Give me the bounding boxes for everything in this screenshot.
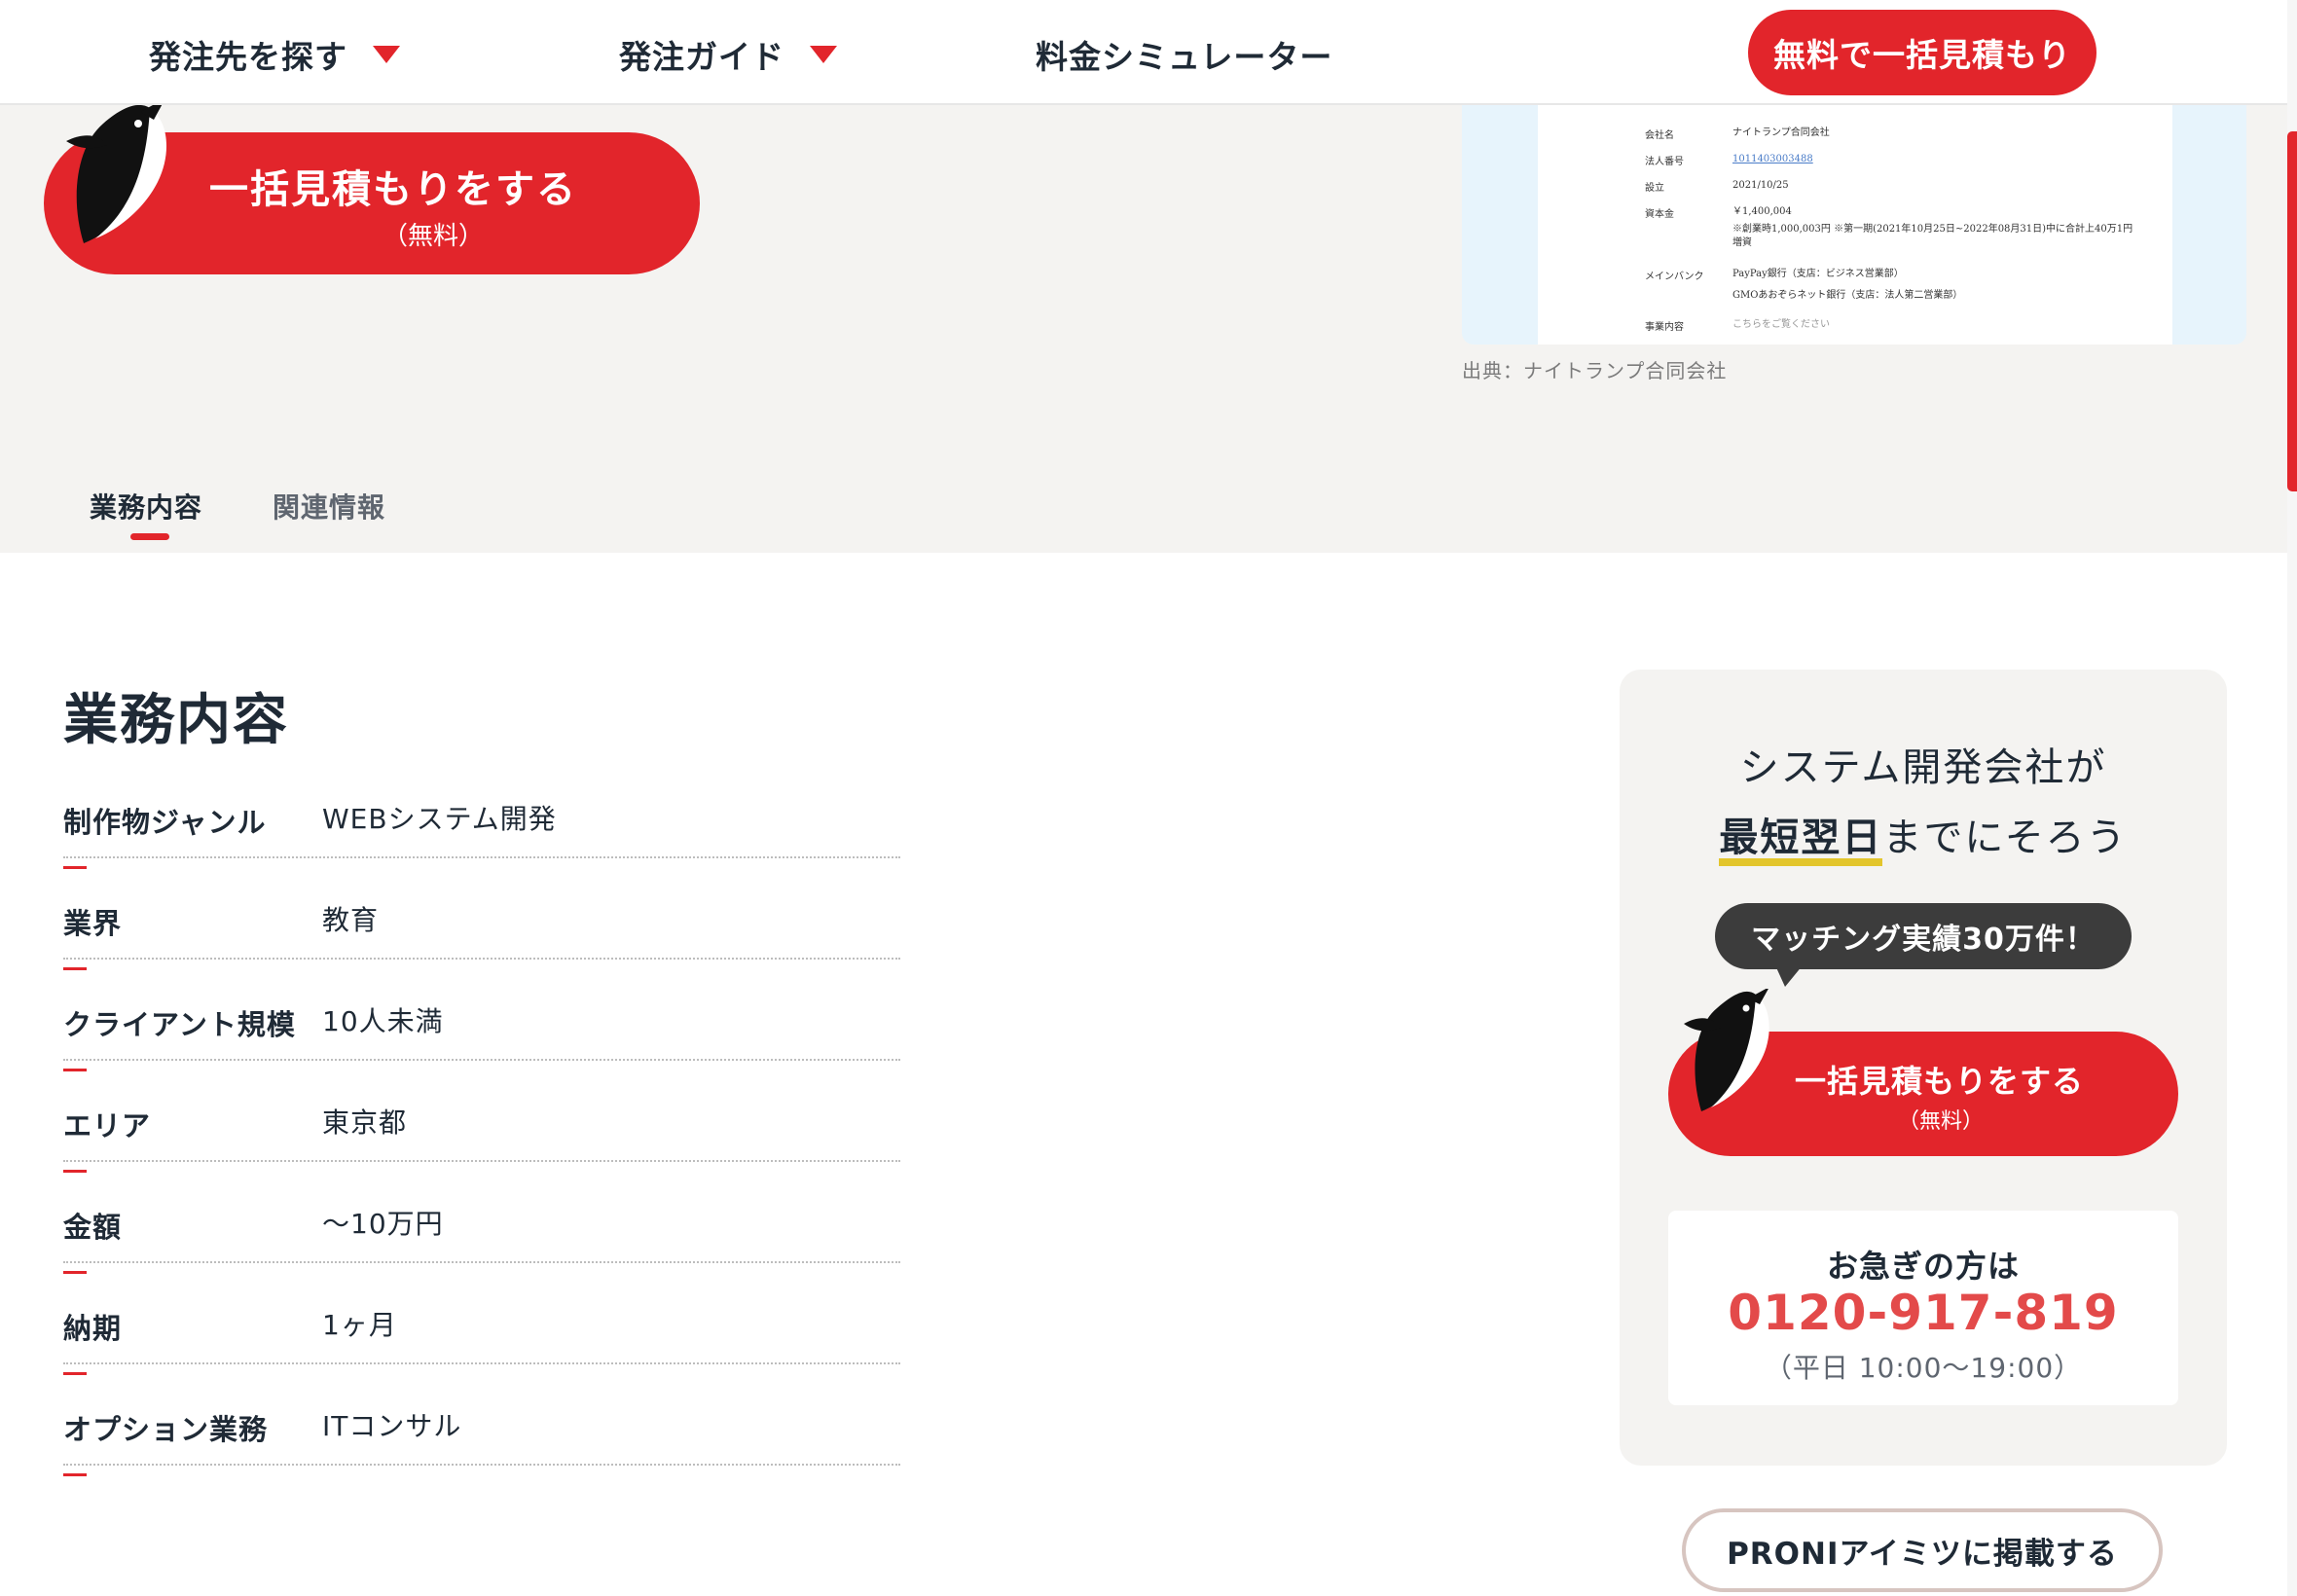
spec-value: 1ヶ月 <box>322 1309 397 1341</box>
bubble-tail <box>1775 965 1803 987</box>
image-source-caption: 出典：ナイトランプ合同会社 <box>1462 359 1728 382</box>
row-divider <box>63 1464 900 1466</box>
sidebar-highlight: 最短翌日 <box>1719 816 1883 860</box>
row-divider <box>63 856 900 858</box>
spec-row: 業界 教育 <box>63 888 900 989</box>
list-on-proni-button[interactable]: PRONIアイミツに掲載する <box>1682 1508 2163 1592</box>
doc-key: メインバンク <box>1645 272 1704 282</box>
sidebar-cta-sub-label: （無料） <box>1897 1109 1984 1134</box>
section-title: 業務内容 <box>63 689 289 752</box>
doc-key: 会社名 <box>1645 130 1674 141</box>
doc-value: GMOあおぞらネット銀行（支店：法人第二営業部） <box>1732 290 1963 301</box>
hero-cta-main-label: 一括見積もりをする <box>209 167 577 212</box>
scrollbar-thumb[interactable] <box>2287 131 2297 491</box>
tab-active-indicator <box>130 533 169 540</box>
spec-row: 納期 1ヶ月 <box>63 1292 900 1394</box>
sidebar-headline-2: 最短翌日までにそろう <box>1620 806 2227 862</box>
row-accent <box>63 967 87 970</box>
spec-value: 教育 <box>322 904 380 936</box>
row-divider <box>63 1261 900 1263</box>
phone-hours: （平日 10:00〜19:00） <box>1764 1352 2083 1384</box>
doc-key <box>1645 223 1732 268</box>
doc-key <box>1645 289 1732 318</box>
tab-business-content[interactable]: 業務内容 <box>90 487 202 526</box>
spec-label: オプション業務 <box>63 1413 269 1446</box>
spec-row: 金額 〜10万円 <box>63 1191 900 1292</box>
nav-price-simulator[interactable]: 料金シミュレーター <box>1036 31 1332 78</box>
phone-number-link[interactable]: 0120-917-819 <box>1668 1285 2178 1341</box>
doc-key: 設立 <box>1645 183 1664 194</box>
hero-cta-sub-label: （無料） <box>382 222 484 251</box>
nav-price-simulator-label: 料金シミュレーター <box>1036 38 1333 76</box>
sidebar-headline-rest: までにそろう <box>1882 816 2128 860</box>
company-document: 会社名 ナイトランプ合同会社 法人番号 1011403003488 設立 2021/1… <box>1538 105 2172 345</box>
doc-value: ￥1,400,004 <box>1732 206 1792 217</box>
row-accent <box>63 1473 87 1476</box>
phone-contact-box: お急ぎの方は 0120-917-819 （平日 10:00〜19:00） <box>1668 1211 2178 1405</box>
spec-row: 制作物ジャンル WEBシステム開発 <box>63 786 900 888</box>
spec-label: エリア <box>63 1109 152 1143</box>
spec-label: 金額 <box>63 1211 123 1244</box>
doc-key: 資本金 <box>1645 209 1674 220</box>
nav-order-guide-label: 発注ガイド <box>619 38 784 76</box>
doc-value: ※創業時1,000,003円 ※第一期(2021年10月25日~2022年08月… <box>1732 224 2133 248</box>
spec-value: ITコンサル <box>322 1410 462 1442</box>
site-header: 発注先を探す 発注ガイド 料金シミュレーター 無料で一括見積もり <box>0 0 2287 105</box>
spec-value: 10人未満 <box>322 1005 444 1037</box>
nav-order-guide[interactable]: 発注ガイド <box>619 31 837 78</box>
doc-key: 法人番号 <box>1645 157 1684 167</box>
header-free-quote-button[interactable]: 無料で一括見積もり <box>1748 10 2096 95</box>
row-accent <box>63 1170 87 1173</box>
row-divider <box>63 1362 900 1364</box>
spec-label: 制作物ジャンル <box>63 806 267 839</box>
doc-value: ナイトランプ合同会社 <box>1732 127 1830 138</box>
matching-record-bubble: マッチング実績30万件！ <box>1715 903 2132 969</box>
penguin-mascot-icon <box>66 102 167 243</box>
sidebar-headline-1: システム開発会社が <box>1739 745 2107 790</box>
doc-value: PayPay銀行（支店：ビジネス営業部） <box>1732 269 1904 279</box>
doc-value-link: 1011403003488 <box>1732 154 1813 164</box>
company-info-screenshot: 会社名 ナイトランプ合同会社 法人番号 1011403003488 設立 2021/1… <box>1462 105 2246 345</box>
sidebar-cta-main-label: 一括見積もりをする <box>1795 1063 2085 1100</box>
row-accent <box>63 866 87 869</box>
doc-value: こちらをご覧ください <box>1732 319 1830 330</box>
spec-value: 東京都 <box>322 1106 408 1139</box>
row-divider <box>63 1160 900 1162</box>
sidebar-quote-card: システム開発会社が 最短翌日までにそろう マッチング実績30万件！ 一括見積もり… <box>1620 670 2227 1466</box>
hero-section: 一括見積もりをする （無料） 会社名 ナイトランプ合同会社 法人番号 1011403… <box>0 102 2287 553</box>
spec-row: オプション業務 ITコンサル <box>63 1394 900 1495</box>
row-accent <box>63 1069 87 1071</box>
spec-row: エリア 東京都 <box>63 1090 900 1191</box>
nav-find-vendor-label: 発注先を探す <box>149 38 347 76</box>
row-accent <box>63 1372 87 1375</box>
chevron-down-icon <box>810 46 837 63</box>
doc-key: 事業内容 <box>1645 322 1684 332</box>
spec-row: クライアント規模 10人未満 <box>63 989 900 1090</box>
penguin-mascot-icon <box>1684 989 1769 1111</box>
row-divider <box>63 958 900 960</box>
spec-value: 〜10万円 <box>322 1208 444 1240</box>
chevron-down-icon <box>373 46 400 63</box>
tab-related-info[interactable]: 関連情報 <box>273 487 385 526</box>
nav-find-vendor[interactable]: 発注先を探す <box>149 31 400 78</box>
row-accent <box>63 1271 87 1274</box>
spec-value: WEBシステム開発 <box>322 803 557 835</box>
doc-value: 2021/10/25 <box>1732 180 1789 191</box>
spec-label: クライアント規模 <box>63 1008 296 1041</box>
phone-title: お急ぎの方は <box>1826 1248 2020 1285</box>
spec-label: 業界 <box>63 907 123 940</box>
spec-label: 納期 <box>63 1312 123 1345</box>
row-divider <box>63 1059 900 1061</box>
